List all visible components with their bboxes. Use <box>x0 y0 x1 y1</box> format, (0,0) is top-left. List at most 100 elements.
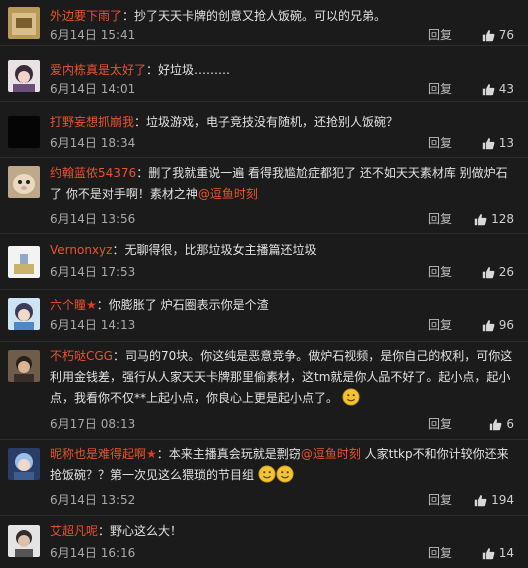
mention-link[interactable]: @逗鱼时刻 <box>198 187 258 201</box>
avatar[interactable] <box>8 525 40 557</box>
reply-button[interactable]: 回复 <box>428 262 452 282</box>
like-button[interactable]: 6 <box>489 414 514 434</box>
avatar[interactable] <box>8 7 40 39</box>
comment-text: 约翰蓝侬54376：删了我就重说一遍 看得我尴尬症都犯了 还不如天天素材库 别做… <box>50 163 516 205</box>
comment-list: 外边要下雨了：抄了天天卡牌的创意又抢人饭碗。可以的兄弟。 6月14日 15:41… <box>0 0 528 568</box>
avatar[interactable] <box>8 246 40 278</box>
comment-item: 艾超凡呢：野心这么大！ 6月14日 16:16 回复 14 <box>0 516 528 568</box>
separator: ： <box>146 63 159 77</box>
mention-link[interactable]: @逗鱼时刻 <box>301 447 361 461</box>
separator: ： <box>112 349 125 363</box>
like-count: 13 <box>498 136 514 150</box>
comment-meta: 6月14日 14:01 回复 43 <box>50 79 514 99</box>
avatar[interactable] <box>8 166 40 198</box>
comment-body: 你膨胀了 炉石圈表示你是个渣 <box>108 298 269 312</box>
comment-meta: 6月14日 14:13 回复 96 <box>50 315 514 335</box>
like-button[interactable]: 43 <box>482 79 514 99</box>
reply-button[interactable]: 回复 <box>428 79 452 99</box>
avatar[interactable] <box>8 448 40 480</box>
comment-item: 昵称也是难得起啊★：本来主播真会玩就是剽窃@逗鱼时刻 人家ttkp不和你计较你还… <box>0 440 528 516</box>
comment-item: 打野妄想抓崩我：垃圾游戏，电子竞技没有随机，还抢别人饭碗？ 6月14日 18:3… <box>0 102 528 158</box>
wretched-emoji-icon <box>276 465 294 483</box>
like-button[interactable]: 76 <box>482 25 514 45</box>
separator: ： <box>98 524 111 538</box>
like-button[interactable]: 14 <box>482 543 514 563</box>
comment-text: 爱内栋真是太好了：好垃圾……… <box>50 60 516 81</box>
thumbs-up-icon <box>482 83 495 96</box>
timestamp: 6月14日 18:34 <box>50 136 136 150</box>
comment-meta: 6月14日 17:53 回复 26 <box>50 262 514 282</box>
like-count: 76 <box>498 28 514 42</box>
like-button[interactable]: 13 <box>482 133 514 153</box>
separator: ： <box>156 447 169 461</box>
thumbs-up-icon <box>482 547 495 560</box>
username-link[interactable]: 约翰蓝侬54376 <box>50 166 136 180</box>
comment-body: 垃圾游戏，电子竞技没有随机，还抢别人饭碗？ <box>146 115 399 129</box>
comment-meta: 6月14日 13:56 回复 128 <box>50 209 514 229</box>
comment-meta: 6月17日 08:13 回复 6 <box>50 414 514 434</box>
thumbs-up-icon <box>474 213 487 226</box>
thumbs-up-icon <box>489 418 502 431</box>
username-link[interactable]: 不朽哒CGG <box>50 349 113 363</box>
username-link[interactable]: Vernonxyz <box>50 243 112 257</box>
timestamp: 6月14日 16:16 <box>50 546 136 560</box>
username-link[interactable]: 六个瞳 <box>50 298 86 312</box>
comment-text: 六个瞳★：你膨胀了 炉石圈表示你是个渣 <box>50 295 516 316</box>
reply-button[interactable]: 回复 <box>428 209 452 229</box>
reply-button[interactable]: 回复 <box>428 133 452 153</box>
avatar[interactable] <box>8 298 40 330</box>
thumbs-up-icon <box>482 29 495 42</box>
thumbs-up-icon <box>482 319 495 332</box>
separator: ： <box>122 9 135 23</box>
comment-item: 不朽哒CGG：司马的70块。你这纯是恶意竞争。做炉石视频，是你自己的权利，可你这… <box>0 342 528 440</box>
comment-body: 野心这么大！ <box>110 524 183 538</box>
username-link[interactable]: 爱内栋真是太好了 <box>50 63 146 77</box>
like-count: 43 <box>498 82 514 96</box>
timestamp: 6月14日 15:41 <box>50 28 136 42</box>
separator: ： <box>134 115 147 129</box>
comment-text: 打野妄想抓崩我：垃圾游戏，电子竞技没有随机，还抢别人饭碗？ <box>50 112 516 133</box>
comment-text: 艾超凡呢：野心这么大！ <box>50 521 516 542</box>
avatar[interactable] <box>8 60 40 92</box>
thumbs-up-icon <box>474 494 487 507</box>
wretched-emoji-icon <box>258 465 276 483</box>
vip-star-icon: ★ <box>146 447 157 461</box>
smiley-emoji-icon <box>342 388 360 406</box>
comment-meta: 6月14日 15:41 回复 76 <box>50 25 514 45</box>
like-button[interactable]: 26 <box>482 262 514 282</box>
like-count: 14 <box>498 546 514 560</box>
username-link[interactable]: 艾超凡呢 <box>50 524 98 538</box>
like-button[interactable]: 194 <box>474 490 514 510</box>
reply-button[interactable]: 回复 <box>428 25 452 45</box>
username-link[interactable]: 外边要下雨了 <box>50 9 122 23</box>
like-button[interactable]: 128 <box>474 209 514 229</box>
comment-item: 爱内栋真是太好了：好垃圾……… 6月14日 14:01 回复 43 <box>0 46 528 102</box>
comment-item: Vernonxyz：无聊得很，比那垃圾女主播篇还垃圾 6月14日 17:53 回… <box>0 234 528 290</box>
timestamp: 6月17日 08:13 <box>50 417 136 431</box>
avatar[interactable] <box>8 350 40 382</box>
username-link[interactable]: 打野妄想抓崩我 <box>50 115 134 129</box>
comment-body: 本来主播真会玩就是剽窃 <box>168 447 301 461</box>
comment-item: 六个瞳★：你膨胀了 炉石圈表示你是个渣 6月14日 14:13 回复 96 <box>0 290 528 342</box>
thumbs-up-icon <box>482 137 495 150</box>
timestamp: 6月14日 13:56 <box>50 212 136 226</box>
comment-body: 抄了天天卡牌的创意又抢人饭碗。可以的兄弟。 <box>134 9 387 23</box>
thumbs-up-icon <box>482 266 495 279</box>
comment-meta: 6月14日 16:16 回复 14 <box>50 543 514 563</box>
reply-button[interactable]: 回复 <box>428 315 452 335</box>
timestamp: 6月14日 14:13 <box>50 318 136 332</box>
reply-button[interactable]: 回复 <box>428 543 452 563</box>
comment-item: 外边要下雨了：抄了天天卡牌的创意又抢人饭碗。可以的兄弟。 6月14日 15:41… <box>0 0 528 46</box>
like-button[interactable]: 96 <box>482 315 514 335</box>
username-link[interactable]: 昵称也是难得起啊 <box>50 447 146 461</box>
timestamp: 6月14日 17:53 <box>50 265 136 279</box>
reply-button[interactable]: 回复 <box>428 414 452 434</box>
like-count: 6 <box>506 417 514 431</box>
comment-item: 约翰蓝侬54376：删了我就重说一遍 看得我尴尬症都犯了 还不如天天素材库 别做… <box>0 158 528 234</box>
like-count: 194 <box>491 493 514 507</box>
avatar[interactable] <box>8 116 40 148</box>
comment-text: Vernonxyz：无聊得很，比那垃圾女主播篇还垃圾 <box>50 240 516 261</box>
comment-text: 外边要下雨了：抄了天天卡牌的创意又抢人饭碗。可以的兄弟。 <box>50 6 516 27</box>
like-count: 128 <box>491 212 514 226</box>
reply-button[interactable]: 回复 <box>428 490 452 510</box>
